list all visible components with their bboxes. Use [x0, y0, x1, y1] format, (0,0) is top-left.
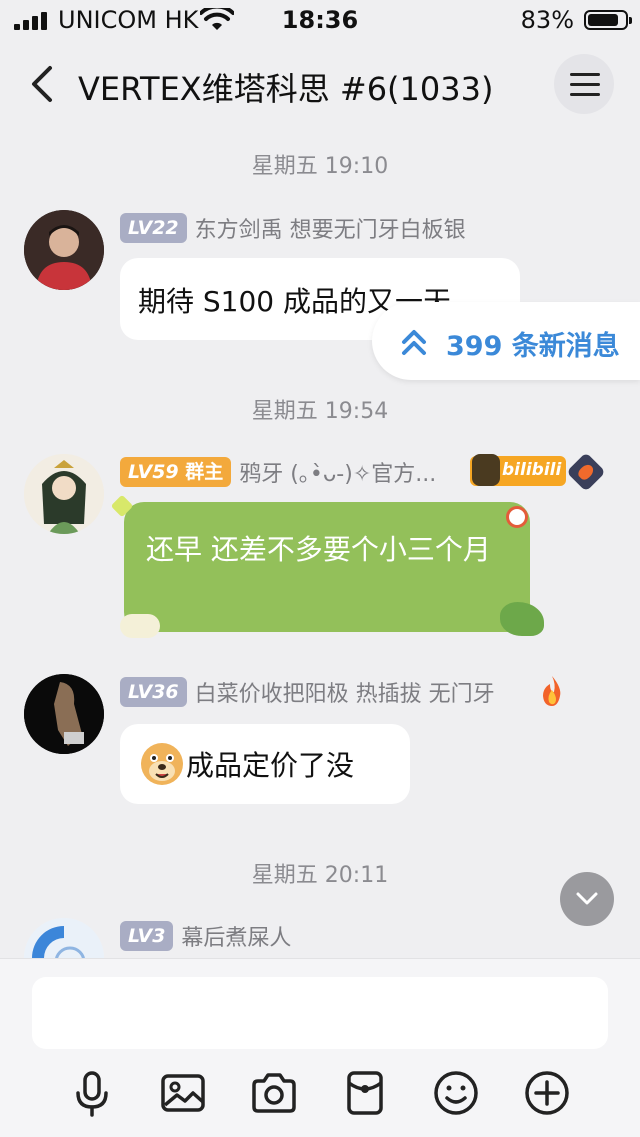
input-area: [0, 958, 640, 1137]
avatar-image: [24, 210, 104, 290]
level-badge: LV22: [120, 213, 187, 243]
level-badge: LV36: [120, 677, 187, 707]
level-badge: LV59 群主: [120, 457, 232, 487]
message-bubble[interactable]: 还早 还差不多要个小三个月: [124, 502, 530, 632]
sender-info: LV3 幕后煮屎人: [120, 920, 291, 952]
avatar-image: [24, 454, 104, 534]
message-input[interactable]: [32, 977, 608, 1049]
red-packet-icon[interactable]: [341, 1069, 389, 1117]
sender-info: LV36 白菜价收把阳极 热插拔 无门牙: [120, 676, 495, 708]
fire-icon: [543, 676, 561, 706]
sender-name[interactable]: 鸦牙 (｡•̀ᴗ-)✧官方...: [239, 462, 436, 487]
avatar-image: [24, 674, 104, 754]
menu-button[interactable]: [554, 54, 614, 114]
back-icon[interactable]: [26, 64, 58, 104]
sender-name[interactable]: 东方剑禹 想要无门牙白板银: [195, 218, 466, 243]
dog-emoji-icon: [141, 743, 183, 785]
sender-info: LV59 群主 鸦牙 (｡•̀ᴗ-)✧官方...: [120, 456, 436, 488]
double-chevron-up-icon: [402, 330, 426, 355]
emoji-icon[interactable]: [432, 1069, 480, 1117]
avatar[interactable]: [24, 210, 104, 290]
image-icon[interactable]: [159, 1069, 207, 1117]
scroll-to-bottom-button[interactable]: [560, 872, 614, 926]
status-bar: UNICOM HK 18:36 83%: [0, 0, 640, 40]
microphone-icon[interactable]: [68, 1069, 116, 1117]
message-text: 成品定价了没: [186, 749, 355, 782]
mascot-icon: [472, 454, 500, 486]
new-messages-button[interactable]: 399 条新消息: [372, 302, 640, 380]
avatar[interactable]: [24, 454, 104, 534]
timestamp: 星期五 19:10: [251, 154, 389, 179]
camera-icon[interactable]: [250, 1069, 298, 1117]
bilibili-badge: bilibili: [470, 454, 566, 486]
cloud-icon: [120, 614, 160, 638]
avatar[interactable]: [24, 674, 104, 754]
level-badge: LV3: [120, 921, 174, 951]
timestamp: 星期五 20:11: [251, 863, 389, 888]
sender-info: LV22 东方剑禹 想要无门牙白板银: [120, 212, 466, 244]
message-text: 还早 还差不多要个小三个月: [146, 533, 491, 566]
new-messages-label: 399 条新消息: [446, 331, 620, 362]
sender-name[interactable]: 白菜价收把阳极 热插拔 无门牙: [195, 682, 495, 707]
battery-percent: 83%: [520, 6, 574, 34]
timestamp: 星期五 19:54: [251, 399, 389, 424]
plus-icon[interactable]: [523, 1069, 571, 1117]
dragon-icon: [500, 602, 544, 636]
chevron-down-icon: [576, 892, 598, 905]
owner-role-badge: 群主: [185, 461, 224, 483]
message-bubble[interactable]: 成品定价了没: [120, 724, 410, 804]
chat-title: VERTEX维塔科思 #6(1033): [78, 70, 494, 108]
battery-icon: [584, 10, 632, 30]
sender-name[interactable]: 幕后煮屎人: [181, 926, 291, 951]
sushi-icon: [506, 506, 528, 528]
flame-icon: [566, 452, 606, 492]
chat-header: VERTEX维塔科思 #6(1033): [0, 40, 640, 128]
